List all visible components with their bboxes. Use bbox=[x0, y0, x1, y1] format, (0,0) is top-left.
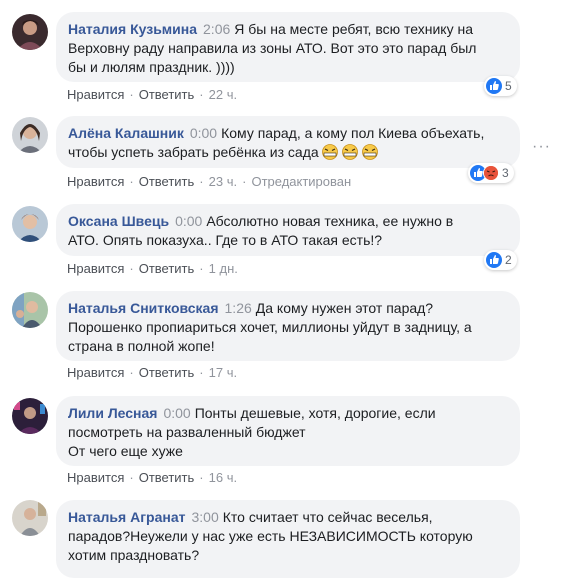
comment-actions: Нравится · Ответить · 17 ч. bbox=[67, 365, 238, 380]
comment-age[interactable]: 17 ч. bbox=[209, 365, 237, 380]
reply-button[interactable]: Ответить bbox=[139, 261, 195, 276]
edited-label[interactable]: Отредактирован bbox=[251, 174, 351, 189]
comment-bubble: Алёна Калашник 0:00 Кому парад, а кому пол… bbox=[56, 116, 520, 168]
reply-button[interactable]: Ответить bbox=[139, 174, 195, 189]
comment-bubble: Лили Лесная 0:00 Понты дешевые, хотя, доро… bbox=[56, 396, 520, 466]
angry-icon bbox=[483, 165, 499, 181]
comment-bubble: Оксана Швець 0:00 Абсолютно новая техника,… bbox=[56, 204, 520, 256]
avatar[interactable] bbox=[12, 500, 48, 536]
comment-timestamp[interactable]: 3:00 bbox=[191, 509, 218, 525]
avatar[interactable] bbox=[12, 14, 48, 50]
comment-bubble: Наталья Агранат 3:00 Кто считает что сейча… bbox=[56, 500, 520, 578]
comment-age[interactable]: 1 дн. bbox=[209, 261, 238, 276]
ellipsis-icon[interactable]: ··· bbox=[532, 138, 550, 156]
comment-timestamp[interactable]: 0:00 bbox=[190, 125, 217, 141]
like-button[interactable]: Нравится bbox=[67, 174, 124, 189]
comment-actions: Нравится · Ответить · 23 ч. · Отредактирован bbox=[67, 174, 352, 189]
reaction-summary[interactable]: 5 bbox=[484, 76, 517, 96]
reaction-count: 2 bbox=[505, 253, 512, 267]
comment-author[interactable]: Наталья Снитковская bbox=[68, 300, 219, 316]
like-button[interactable]: Нравится bbox=[67, 261, 124, 276]
like-icon bbox=[486, 252, 502, 268]
comment-age[interactable]: 16 ч. bbox=[209, 470, 237, 485]
comment-author[interactable]: Наталья Агранат bbox=[68, 509, 185, 525]
comment-actions: Нравится · Ответить · 1 дн. bbox=[67, 261, 238, 276]
reaction-count: 5 bbox=[505, 79, 512, 93]
angry-face-emoji bbox=[321, 144, 339, 165]
comment-age[interactable]: 23 ч. bbox=[209, 174, 237, 189]
comment-timestamp[interactable]: 0:00 bbox=[163, 405, 190, 421]
like-button[interactable]: Нравится bbox=[67, 365, 124, 380]
comment-timestamp[interactable]: 2:06 bbox=[203, 21, 230, 37]
comment-author[interactable]: Наталия Кузьмина bbox=[68, 21, 197, 37]
like-button[interactable]: Нравится bbox=[67, 87, 124, 102]
avatar[interactable] bbox=[12, 292, 48, 328]
like-button[interactable]: Нравится bbox=[67, 470, 124, 485]
like-icon bbox=[486, 78, 502, 94]
comment-bubble: Наталия Кузьмина 2:06 Я бы на месте ребят,… bbox=[56, 12, 520, 82]
angry-face-emoji bbox=[361, 144, 379, 165]
comment-author[interactable]: Лили Лесная bbox=[68, 405, 157, 421]
reaction-summary[interactable]: 2 bbox=[484, 250, 517, 270]
reply-button[interactable]: Ответить bbox=[139, 365, 195, 380]
comment-actions: Нравится · Ответить · 16 ч. bbox=[67, 470, 238, 485]
reaction-count: 3 bbox=[502, 166, 509, 180]
avatar[interactable] bbox=[12, 398, 48, 434]
comment-actions: Нравится · Ответить · 22 ч. bbox=[67, 87, 238, 102]
comment-timestamp[interactable]: 0:00 bbox=[175, 213, 202, 229]
comment-author[interactable]: Оксана Швець bbox=[68, 213, 169, 229]
reply-button[interactable]: Ответить bbox=[139, 87, 195, 102]
comment-timestamp[interactable]: 1:26 bbox=[225, 300, 252, 316]
avatar[interactable] bbox=[12, 117, 48, 153]
angry-face-emoji bbox=[341, 144, 359, 165]
avatar[interactable] bbox=[12, 206, 48, 242]
comment-author[interactable]: Алёна Калашник bbox=[68, 125, 184, 141]
reaction-summary[interactable]: 3 bbox=[468, 163, 514, 183]
comment-bubble: Наталья Снитковская 1:26 Да кому нужен это… bbox=[56, 291, 520, 361]
reply-button[interactable]: Ответить bbox=[139, 470, 195, 485]
comment-age[interactable]: 22 ч. bbox=[209, 87, 237, 102]
